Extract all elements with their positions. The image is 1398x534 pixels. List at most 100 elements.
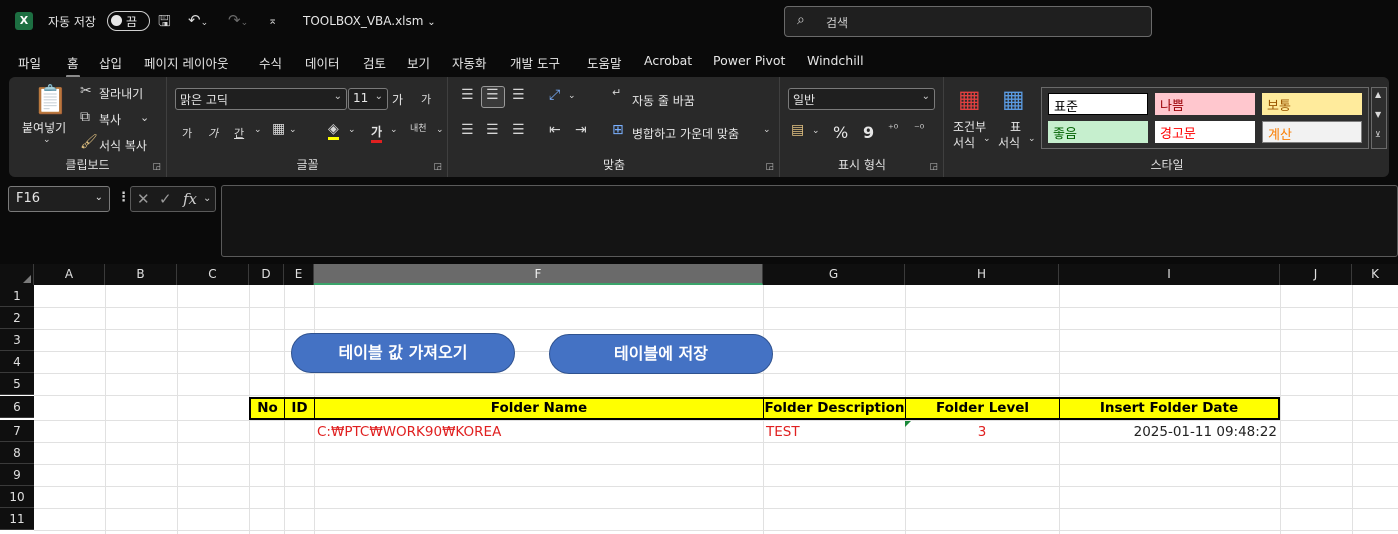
- header-folder-name[interactable]: Folder Name: [315, 399, 764, 418]
- column-header-b[interactable]: B: [105, 264, 177, 285]
- align-right-icon[interactable]: ☰: [512, 122, 525, 138]
- shrink-font-button[interactable]: 가: [421, 91, 431, 107]
- increase-decimal-icon[interactable]: ⁺⁰: [888, 122, 898, 135]
- tab-automate[interactable]: 자동화: [452, 53, 487, 72]
- row-header-6[interactable]: 6: [0, 396, 34, 418]
- style-neutral[interactable]: 보통: [1262, 93, 1362, 115]
- row-header-10[interactable]: 10: [0, 486, 34, 508]
- tab-insert[interactable]: 삽입: [99, 53, 122, 72]
- save-icon[interactable]: 🖫: [158, 11, 171, 36]
- cell-folder-level[interactable]: 3: [905, 422, 1059, 443]
- font-color-button[interactable]: 가: [371, 123, 383, 143]
- font-name-select[interactable]: 맑은 고딕 ⌄: [175, 88, 347, 110]
- phonetic-button[interactable]: 내천: [410, 121, 427, 134]
- column-header-a[interactable]: A: [34, 264, 105, 285]
- underline-dropdown-icon[interactable]: ⌄: [254, 125, 262, 135]
- customize-toolbar-icon[interactable]: ⌅: [268, 14, 277, 27]
- grow-font-button[interactable]: 가: [392, 91, 403, 108]
- font-size-select[interactable]: 11 ⌄: [348, 88, 388, 110]
- style-warning[interactable]: 경고문: [1155, 121, 1255, 143]
- orientation-icon[interactable]: ⤢: [549, 87, 560, 103]
- column-header-h[interactable]: H: [905, 264, 1059, 285]
- increase-indent-icon[interactable]: ⇥: [575, 122, 587, 138]
- clipboard-launcher-icon[interactable]: ◲: [152, 162, 161, 172]
- formula-bar-handle-icon[interactable]: ⋮: [117, 190, 130, 205]
- borders-icon[interactable]: ▦: [272, 121, 285, 137]
- paste-button[interactable]: 붙여넣기: [22, 119, 66, 136]
- header-id[interactable]: ID: [285, 399, 315, 418]
- filename[interactable]: TOOLBOX_VBA.xlsm ⌄: [303, 14, 436, 28]
- percent-button[interactable]: %: [833, 123, 848, 142]
- tab-windchill[interactable]: Windchill: [807, 53, 864, 68]
- style-good[interactable]: 좋음: [1048, 121, 1148, 143]
- merge-center-button[interactable]: 병합하고 가운데 맞춤: [632, 125, 739, 142]
- align-bottom-icon[interactable]: ☰: [512, 87, 525, 103]
- fill-color-icon[interactable]: ◈: [328, 121, 339, 140]
- column-header-e[interactable]: E: [284, 264, 314, 285]
- format-as-table-line1[interactable]: 표: [1010, 118, 1021, 135]
- cancel-icon[interactable]: ✕: [137, 190, 150, 208]
- decrease-indent-icon[interactable]: ⇤: [549, 122, 561, 138]
- row-header-7[interactable]: 7: [0, 420, 34, 442]
- number-format-select[interactable]: 일반 ⌄: [788, 88, 935, 110]
- column-header-g[interactable]: G: [763, 264, 905, 285]
- paste-dropdown-icon[interactable]: ⌄: [43, 135, 51, 145]
- column-header-k[interactable]: K: [1352, 264, 1398, 285]
- bold-button[interactable]: 가: [182, 125, 192, 141]
- row-header-9[interactable]: 9: [0, 464, 34, 486]
- styles-scroll[interactable]: ▲ ▼ ⊻: [1371, 87, 1387, 149]
- autosave-toggle[interactable]: 끔: [107, 11, 150, 31]
- orientation-dropdown-icon[interactable]: ⌄: [568, 91, 576, 101]
- column-header-i[interactable]: I: [1059, 264, 1280, 285]
- cell-folder-description[interactable]: TEST: [766, 422, 800, 443]
- tab-acrobat[interactable]: Acrobat: [644, 53, 692, 68]
- alignment-launcher-icon[interactable]: ◲: [765, 162, 774, 172]
- format-as-table-line2[interactable]: 서식: [998, 134, 1020, 151]
- underline-button[interactable]: 간: [234, 125, 244, 141]
- row-header-1[interactable]: 1: [0, 285, 34, 307]
- styles-more-icon[interactable]: ⊻: [1375, 130, 1381, 139]
- number-launcher-icon[interactable]: ◲: [929, 162, 938, 172]
- tab-help[interactable]: 도움말: [587, 53, 622, 72]
- font-launcher-icon[interactable]: ◲: [433, 162, 442, 172]
- copy-dropdown-icon[interactable]: ⌄: [140, 111, 149, 124]
- worksheet-grid[interactable]: A B C D E F G H I J K 1 2 3 4 5 6 7 8 9 …: [0, 264, 1398, 534]
- cell-folder-name[interactable]: C:₩PTC₩WORK90₩KOREA: [317, 422, 501, 443]
- wrap-text-button[interactable]: 자동 줄 바꿈: [632, 92, 695, 109]
- insert-function-button[interactable]: fx: [183, 190, 197, 208]
- italic-button[interactable]: 가: [208, 125, 218, 141]
- conditional-format-line1[interactable]: 조건부: [953, 118, 986, 135]
- format-painter-button[interactable]: 서식 복사: [99, 137, 147, 154]
- tab-page-layout[interactable]: 페이지 레이아웃: [144, 53, 228, 72]
- tab-developer[interactable]: 개발 도구: [510, 53, 560, 72]
- currency-icon[interactable]: ▤: [791, 122, 804, 138]
- scroll-down-icon[interactable]: ▼: [1375, 110, 1381, 119]
- cell-insert-date[interactable]: 2025-01-11 09:48:22: [1059, 422, 1277, 443]
- fx-dropdown-icon[interactable]: ⌄: [203, 193, 211, 204]
- tab-data[interactable]: 데이터: [305, 53, 340, 72]
- column-header-d[interactable]: D: [249, 264, 284, 285]
- column-header-j[interactable]: J: [1280, 264, 1352, 285]
- copy-button[interactable]: 복사: [99, 111, 121, 128]
- table-dropdown-icon[interactable]: ⌄: [1028, 134, 1036, 144]
- decrease-decimal-icon[interactable]: ⁻⁰: [914, 122, 924, 135]
- currency-dropdown-icon[interactable]: ⌄: [812, 126, 820, 136]
- tab-view[interactable]: 보기: [407, 53, 430, 72]
- row-header-11[interactable]: 11: [0, 508, 34, 530]
- formula-input[interactable]: [221, 185, 1398, 257]
- align-left-icon[interactable]: ☰: [461, 122, 474, 138]
- row-header-8[interactable]: 8: [0, 442, 34, 464]
- row-header-5[interactable]: 5: [0, 373, 34, 395]
- fill-dropdown-icon[interactable]: ⌄: [348, 125, 356, 135]
- conditional-format-line2[interactable]: 서식: [953, 134, 975, 151]
- phonetic-dropdown-icon[interactable]: ⌄: [436, 125, 444, 135]
- row-header-3[interactable]: 3: [0, 329, 34, 351]
- tab-file[interactable]: 파일: [18, 53, 41, 72]
- tab-home[interactable]: 홈: [66, 53, 80, 78]
- row-header-4[interactable]: 4: [0, 351, 34, 373]
- style-calculation[interactable]: 계산: [1262, 121, 1362, 143]
- paste-icon[interactable]: 📋: [33, 83, 68, 116]
- style-bad[interactable]: 나쁨: [1155, 93, 1255, 115]
- scroll-up-icon[interactable]: ▲: [1375, 90, 1381, 99]
- import-table-button[interactable]: 테이블 값 가져오기: [291, 333, 515, 373]
